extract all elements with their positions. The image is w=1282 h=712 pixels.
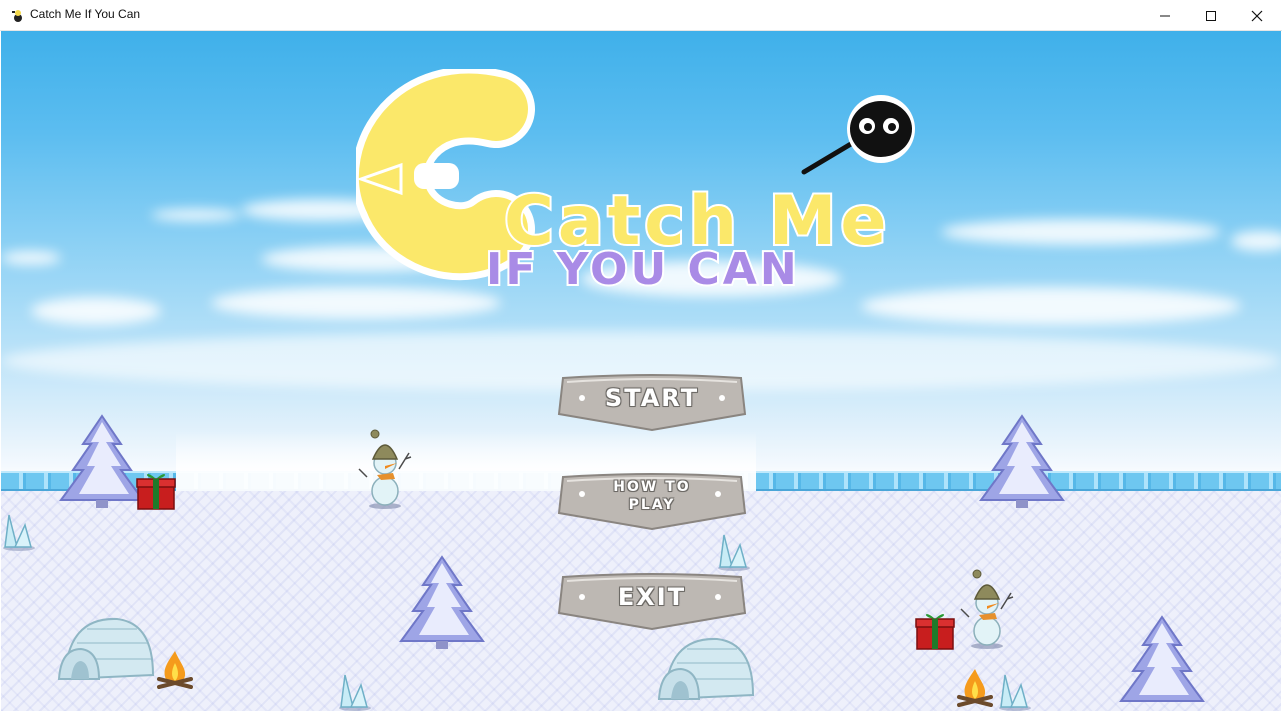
title-bar: Catch Me If You Can bbox=[0, 0, 1282, 31]
campfire-icon bbox=[157, 651, 193, 689]
how-to-play-button[interactable]: HOW TO PLAY bbox=[557, 471, 747, 533]
exit-button[interactable]: EXIT bbox=[557, 571, 747, 633]
start-label: START bbox=[604, 384, 700, 412]
maximize-icon bbox=[1206, 11, 1216, 21]
window-title: Catch Me If You Can bbox=[30, 7, 141, 21]
ice-crystal-icon bbox=[999, 674, 1031, 711]
campfire-icon bbox=[957, 669, 993, 707]
game-canvas: Catch Me IF YOU CAN START HOW TO PLAY EX… bbox=[1, 31, 1281, 711]
close-button[interactable] bbox=[1234, 0, 1280, 31]
logo-character-icon bbox=[801, 95, 915, 175]
minimize-icon bbox=[1160, 15, 1170, 17]
cloud bbox=[31, 297, 161, 325]
app-icon bbox=[12, 10, 22, 22]
pine-tree-icon bbox=[399, 555, 485, 649]
minimize-button[interactable] bbox=[1142, 0, 1188, 31]
gift-box-icon bbox=[915, 614, 955, 650]
start-button[interactable]: START bbox=[557, 372, 747, 434]
snowman-icon bbox=[358, 429, 412, 509]
gift-box-icon bbox=[136, 474, 176, 510]
cloud bbox=[1231, 231, 1281, 251]
cloud bbox=[861, 287, 1241, 325]
maximize-button[interactable] bbox=[1188, 0, 1234, 31]
ice-crystal-icon bbox=[3, 514, 35, 551]
close-icon bbox=[1251, 10, 1263, 22]
logo-text-2: IF YOU CAN bbox=[486, 244, 800, 295]
game-logo: Catch Me IF YOU CAN bbox=[356, 69, 915, 297]
snowman-icon bbox=[960, 569, 1014, 649]
how-to-label-line2: PLAY bbox=[628, 497, 676, 513]
cloud bbox=[1, 251, 61, 265]
pine-tree-icon bbox=[1119, 615, 1205, 702]
logo-line1: Catch Me bbox=[356, 69, 888, 281]
igloo-icon bbox=[57, 617, 155, 681]
pine-tree-icon bbox=[59, 414, 145, 508]
ice-crystal-icon bbox=[718, 534, 750, 571]
ice-crystal-icon bbox=[339, 674, 371, 711]
cloud bbox=[941, 219, 1221, 245]
exit-label: EXIT bbox=[617, 583, 687, 611]
how-to-label-line1: HOW TO bbox=[613, 479, 691, 495]
cloud bbox=[151, 209, 241, 221]
pine-tree-icon bbox=[979, 414, 1065, 508]
igloo-icon bbox=[657, 637, 755, 701]
